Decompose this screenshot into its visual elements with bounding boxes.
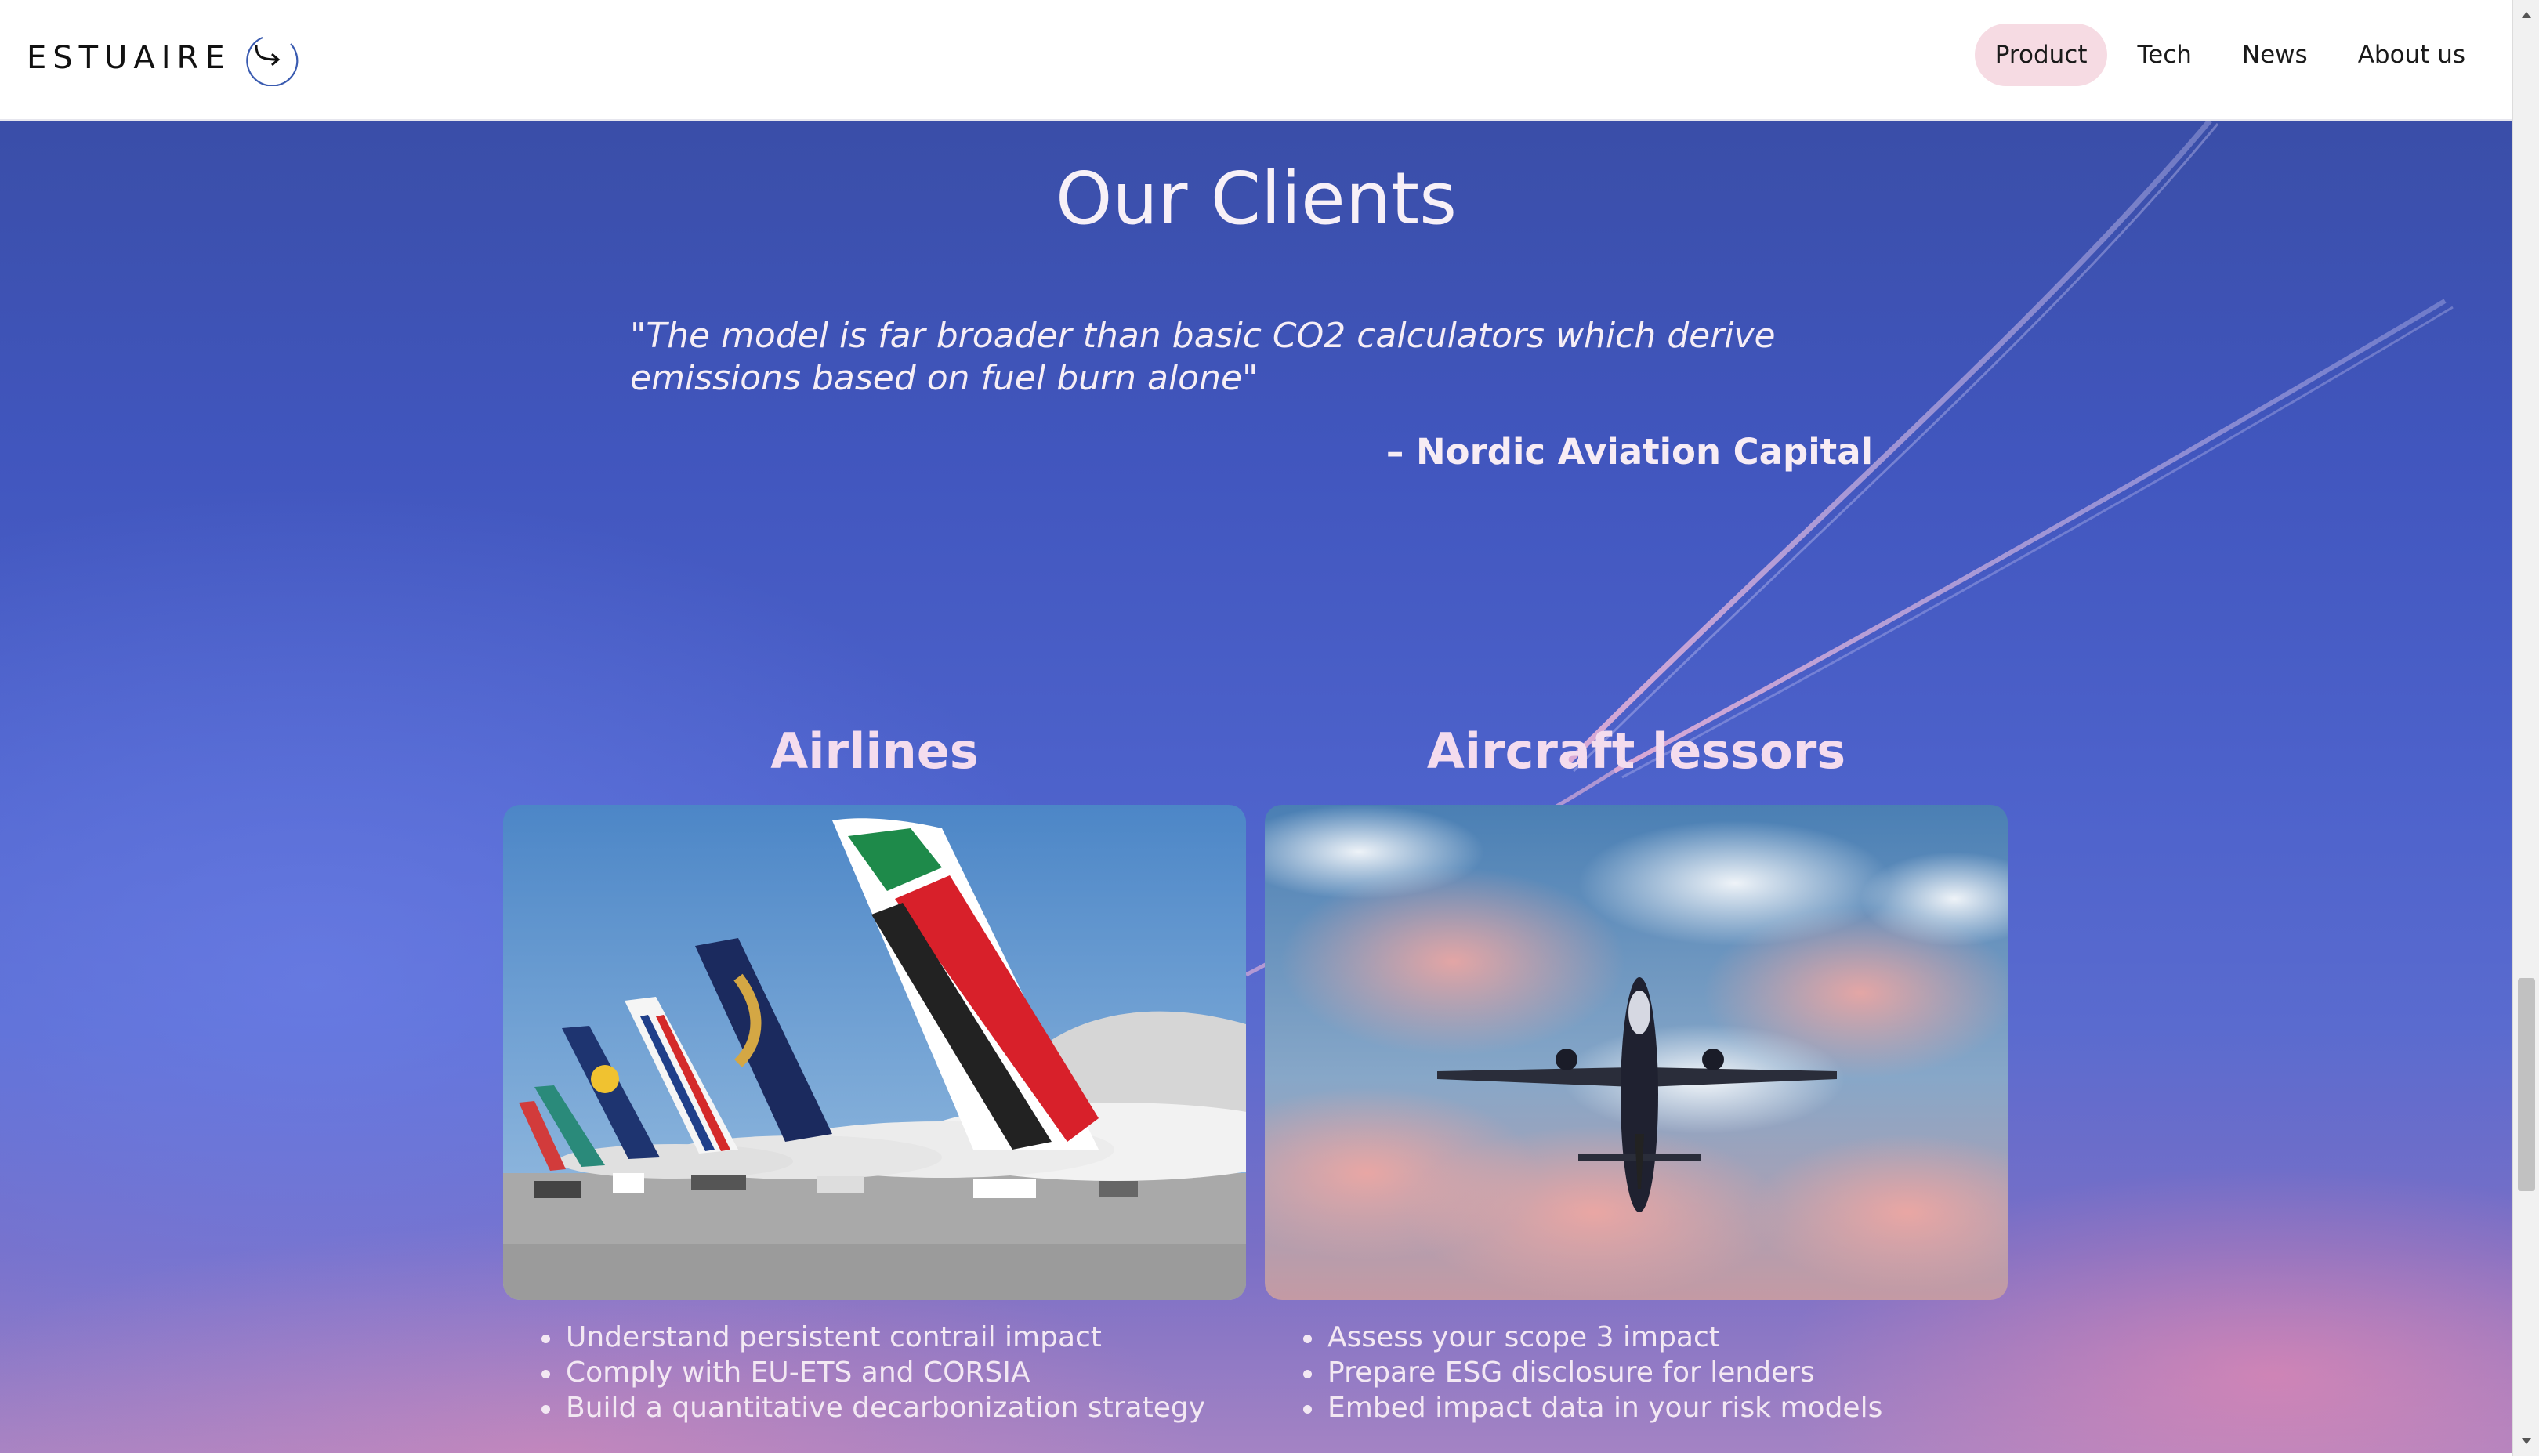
quote-author: – Nordic Aviation Capital — [1385, 431, 1873, 473]
airline-tails-image — [503, 805, 1246, 1300]
plane-sunset-sky-image — [1265, 805, 2008, 1300]
scrollbar-thumb[interactable] — [2518, 978, 2535, 1191]
airlines-benefits-list: Understand persistent contrail impact Co… — [503, 1320, 1246, 1425]
site-header: ESTUAIRE Product Tech News About us — [0, 0, 2512, 121]
list-item: Assess your scope 3 impact — [1265, 1320, 2008, 1355]
vertical-scrollbar[interactable] — [2512, 0, 2539, 1456]
client-quote: "The model is far broader than basic CO2… — [630, 316, 1776, 398]
nav-item-about-us[interactable]: About us — [2338, 24, 2486, 86]
logo[interactable]: ESTUAIRE — [27, 30, 300, 87]
circle-arrow-icon — [245, 30, 300, 87]
clients-section: Our Clients "The model is far broader th… — [0, 121, 2512, 1453]
triangle-down-icon[interactable] — [2513, 1429, 2539, 1453]
main-nav: Product Tech News About us — [1965, 24, 2486, 86]
list-item: Comply with EU-ETS and CORSIA — [503, 1355, 1246, 1390]
lessors-benefits-list: Assess your scope 3 impact Prepare ESG d… — [1265, 1320, 2008, 1425]
nav-item-tech[interactable]: Tech — [2117, 24, 2211, 86]
triangle-up-icon[interactable] — [2513, 3, 2539, 27]
list-item: Embed impact data in your risk models — [1265, 1390, 2008, 1425]
page-bottom-edge — [0, 1453, 2512, 1456]
logo-text: ESTUAIRE — [27, 40, 231, 76]
list-item: Prepare ESG disclosure for lenders — [1265, 1355, 2008, 1390]
card-title-airlines: Airlines — [770, 723, 979, 780]
nav-item-product[interactable]: Product — [1974, 24, 2108, 86]
nav-item-news[interactable]: News — [2222, 24, 2328, 86]
card-title-aircraft-lessors: Aircraft lessors — [1426, 723, 1846, 780]
list-item: Build a quantitative decarbonization str… — [503, 1390, 1246, 1425]
list-item: Understand persistent contrail impact — [503, 1320, 1246, 1355]
section-title: Our Clients — [1055, 157, 1458, 241]
